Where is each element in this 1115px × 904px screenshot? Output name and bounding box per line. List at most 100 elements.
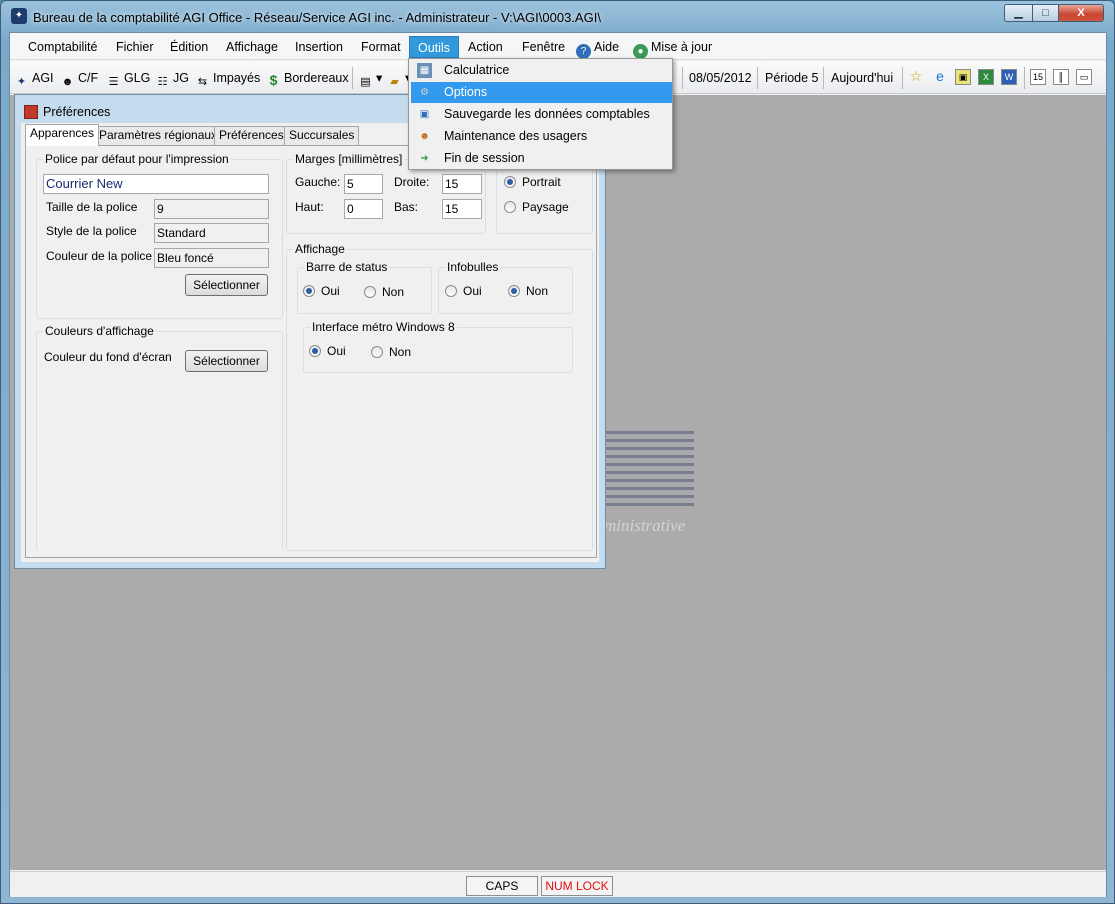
fond-label: Couleur du fond d'écran — [44, 350, 172, 364]
menu-format[interactable]: Format — [353, 36, 409, 58]
radio-dot — [371, 346, 383, 358]
infobulles-group: Infobulles Oui Non — [438, 260, 573, 314]
menu-item-maintenance-label: Maintenance des usagers — [444, 129, 588, 143]
date-display[interactable]: 08/05/2012 — [689, 68, 752, 88]
select-background-button[interactable]: Sélectionner — [185, 350, 268, 372]
droite-field[interactable]: 15 — [442, 174, 482, 194]
today-button[interactable]: Aujourd'hui — [831, 68, 893, 88]
menu-item-options[interactable]: ⚙ Options — [411, 82, 672, 103]
note-icon[interactable]: ▣ — [955, 69, 971, 85]
menu-comptabilite[interactable]: Comptabilité — [20, 36, 105, 58]
style-label: Style de la police — [46, 224, 137, 238]
menu-item-maintenance-usagers[interactable]: ☻ Maintenance des usagers — [411, 126, 672, 147]
star-icon[interactable]: ☆ — [908, 69, 924, 85]
toolbar-agi-button[interactable]: ✦ AGI — [14, 68, 54, 88]
radio-dot — [303, 285, 315, 297]
tab-parametres-regionaux[interactable]: Paramètres régionaux — [94, 126, 223, 145]
maximize-button[interactable]: □ — [1032, 4, 1059, 22]
main-window: ✦ Bureau de la comptabilité AGI Office -… — [0, 0, 1115, 904]
droite-label: Droite: — [394, 175, 430, 189]
toolbar-jg-button[interactable]: ☷ JG — [155, 68, 189, 88]
style-field[interactable]: Standard — [154, 223, 269, 243]
toolbar-separator — [823, 67, 824, 89]
toolbar-separator — [1024, 67, 1025, 89]
dialog-title-label: Préférences — [43, 105, 111, 119]
toolbar-impayes-label: Impayés — [213, 71, 261, 85]
toolbar-jg-label: JG — [173, 71, 189, 85]
haut-field[interactable]: 0 — [344, 199, 383, 219]
menu-outils[interactable]: Outils — [409, 36, 459, 58]
haut-label: Haut: — [295, 200, 324, 214]
gauche-field[interactable]: 5 — [344, 174, 383, 194]
font-name-field[interactable]: Courrier New — [43, 174, 269, 194]
menu-insertion[interactable]: Insertion — [287, 36, 351, 58]
title-bar[interactable]: ✦ Bureau de la comptabilité AGI Office -… — [1, 1, 1114, 31]
toolbar-separator — [682, 67, 683, 89]
periode-display[interactable]: Période 5 — [765, 68, 819, 88]
menu-mise-a-jour[interactable]: ● Mise à jour — [625, 36, 720, 59]
couleur-field[interactable]: Bleu foncé — [154, 248, 269, 268]
bas-field[interactable]: 15 — [442, 199, 482, 219]
toolbar-glg-button[interactable]: ☰ GLG — [106, 68, 151, 88]
metro-label: Interface métro Windows 8 — [310, 320, 457, 334]
paysage-radio[interactable]: Paysage — [504, 200, 569, 214]
toolbar-cf-button[interactable]: ☻ C/F — [60, 68, 98, 88]
police-group: Police par défaut pour l'impression Cour… — [36, 152, 283, 319]
menu-item-calculatrice[interactable]: ▦ Calculatrice — [411, 60, 672, 81]
browser-icon[interactable]: e — [932, 69, 948, 85]
globe-icon: ● — [633, 44, 648, 59]
menu-affichage[interactable]: Affichage — [218, 36, 286, 58]
portrait-label: Portrait — [522, 175, 561, 189]
couleur-label: Couleur de la police — [46, 249, 153, 263]
dialog-title[interactable]: Préférences — [24, 105, 110, 119]
metro-non-radio[interactable]: Non — [371, 345, 411, 359]
non-label: Non — [389, 345, 412, 359]
close-button[interactable]: X — [1058, 4, 1104, 22]
menu-action[interactable]: Action — [460, 36, 511, 58]
couleurs-group-label: Couleurs d'affichage — [43, 324, 156, 338]
calculator-icon: ▦ — [417, 63, 432, 78]
status-bar: CAPS NUM LOCK — [10, 871, 1106, 897]
infobulles-oui-radio[interactable]: Oui — [445, 284, 482, 298]
menu-aide[interactable]: ? Aide — [568, 36, 627, 59]
journal-icon: ☷ — [157, 76, 168, 88]
oui-label: Oui — [321, 284, 340, 298]
excel-icon[interactable]: X — [978, 69, 994, 85]
calendar-icon[interactable]: 15 — [1030, 69, 1046, 85]
menu-fichier[interactable]: Fichier — [108, 36, 162, 58]
gear-icon: ⚙ — [420, 87, 429, 98]
barre-status-label: Barre de status — [304, 260, 390, 274]
tab-succursales[interactable]: Succursales — [284, 126, 360, 145]
barre-oui-radio[interactable]: Oui — [303, 284, 340, 298]
minimize-button[interactable]: ▁ — [1004, 4, 1033, 22]
toolbar-bordereaux-button[interactable]: $ Bordereaux — [266, 68, 349, 88]
portrait-radio[interactable]: Portrait — [504, 175, 561, 189]
barre-non-radio[interactable]: Non — [364, 285, 404, 299]
non-label: Non — [526, 284, 549, 298]
people-icon: ☻ — [61, 76, 74, 88]
radio-dot — [508, 285, 520, 297]
select-font-button[interactable]: Sélectionner — [185, 274, 268, 296]
columns-icon[interactable]: ║ — [1053, 69, 1069, 85]
oui-label: Oui — [327, 344, 346, 358]
metro-oui-radio[interactable]: Oui — [309, 344, 346, 358]
infobulles-label: Infobulles — [445, 260, 501, 274]
tab-apparences[interactable]: Apparences — [25, 124, 100, 146]
toolbar-impayes-button[interactable]: ⇆ Impayés — [195, 68, 260, 88]
menu-item-sauvegarde[interactable]: ▣ Sauvegarde les données comptables — [411, 104, 672, 125]
backup-icon: ▣ — [419, 109, 430, 120]
window-icon[interactable]: ▭ — [1076, 69, 1092, 85]
taille-field[interactable]: 9 — [154, 199, 269, 219]
tab-preferences[interactable]: Préférences — [214, 126, 289, 145]
menu-item-calculatrice-label: Calculatrice — [444, 63, 510, 77]
radio-dot — [504, 176, 516, 188]
menu-item-fin-session[interactable]: ➜ Fin de session — [411, 148, 672, 169]
gauche-label: Gauche: — [295, 175, 341, 189]
infobulles-non-radio[interactable]: Non — [508, 284, 548, 298]
menu-edition[interactable]: Édition — [162, 36, 216, 58]
word-icon[interactable]: W — [1001, 69, 1017, 85]
affichage-group: Affichage Barre de status Oui Non Infobu… — [286, 242, 593, 551]
menu-fenetre[interactable]: Fenêtre — [514, 36, 573, 58]
new-document-icon[interactable]: ▤ ▾ — [358, 68, 382, 88]
marges-group-label: Marges [millimètres] — [293, 152, 405, 166]
